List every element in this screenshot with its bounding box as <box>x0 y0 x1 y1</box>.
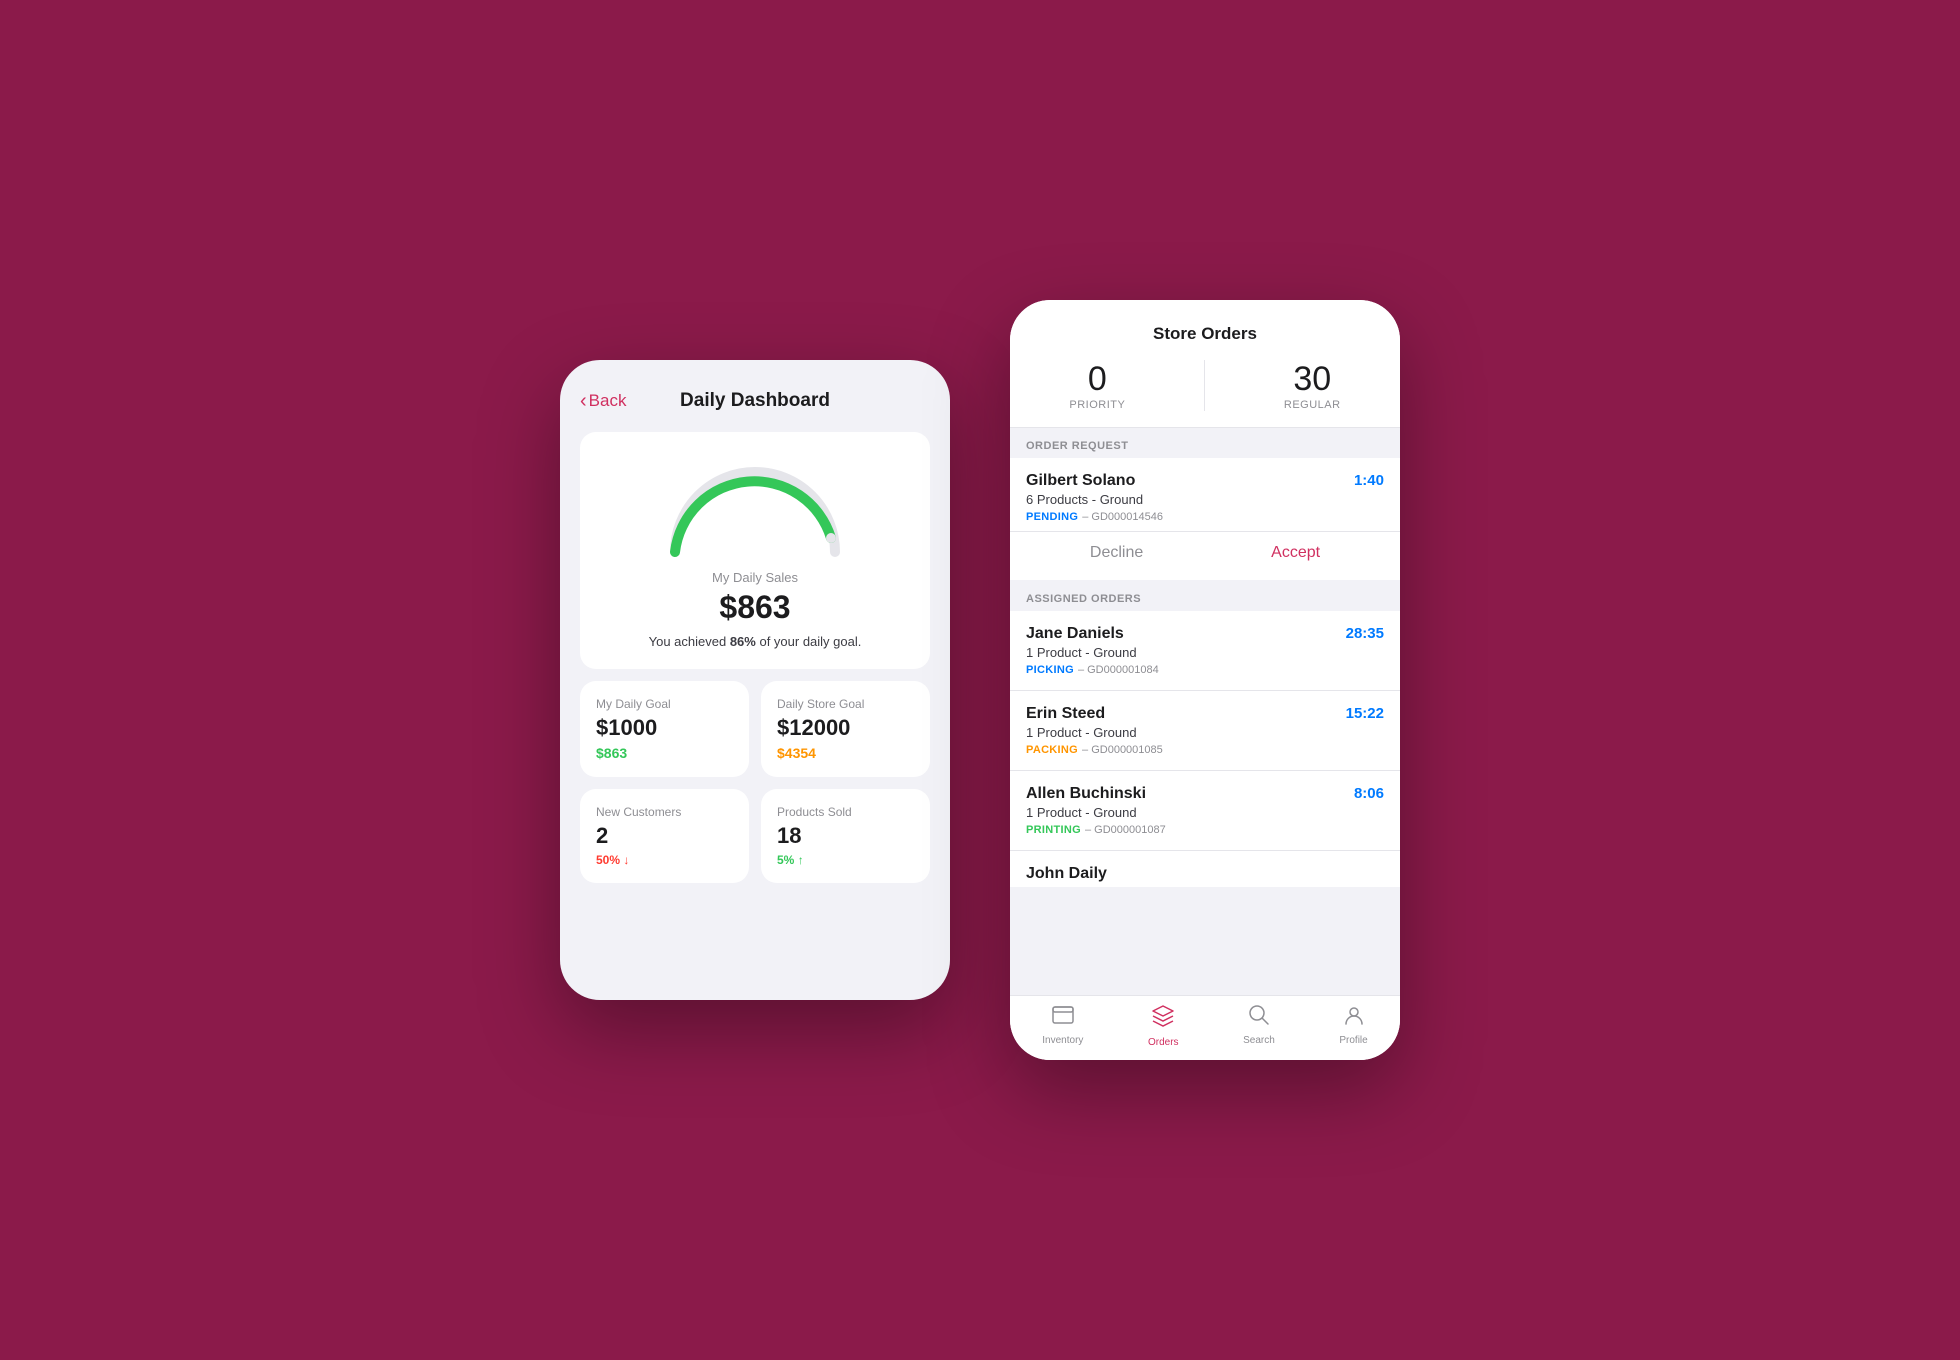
order-item-john-partial: John Daily <box>1010 851 1400 887</box>
order-info-jane: Jane Daniels 1 Product - Ground PICKING … <box>1026 625 1346 676</box>
order-timer-gilbert: 1:40 <box>1354 472 1384 489</box>
phone-left: ‹ Back Daily Dashboard My Daily Sales $8… <box>560 360 950 1000</box>
order-info-gilbert: Gilbert Solano 6 Products - Ground PENDI… <box>1026 472 1354 523</box>
stat-main-daily-goal: $1000 <box>596 715 657 741</box>
stat-main-store-goal: $12000 <box>777 715 850 741</box>
order-timer-jane: 28:35 <box>1346 625 1384 642</box>
order-item-jane[interactable]: Jane Daniels 1 Product - Ground PICKING … <box>1010 611 1400 691</box>
order-products-erin: 1 Product - Ground <box>1026 725 1346 740</box>
phones-container: ‹ Back Daily Dashboard My Daily Sales $8… <box>560 300 1400 1060</box>
order-meta-gilbert: PENDING – GD000014546 <box>1026 511 1354 523</box>
order-products-jane: 1 Product - Ground <box>1026 645 1346 660</box>
order-name-jane: Jane Daniels <box>1026 625 1346 643</box>
bottom-nav: Inventory Orders <box>1010 995 1400 1060</box>
orders-content: ORDER REQUEST Gilbert Solano 6 Products … <box>1010 428 1400 995</box>
back-button[interactable]: ‹ Back <box>580 390 626 413</box>
stats-grid: My Daily Goal $1000 $863 Daily Store Goa… <box>580 681 930 883</box>
stat-sub-store-goal: $4354 <box>777 745 816 761</box>
regular-count: 30 <box>1293 360 1331 399</box>
order-id-erin: – GD000001085 <box>1082 744 1163 756</box>
decline-button[interactable]: Decline <box>1070 540 1163 566</box>
priority-count: 0 <box>1088 360 1107 399</box>
stat-label-products-sold: Products Sold <box>777 805 852 819</box>
gauge-svg <box>655 452 855 562</box>
order-products-allen: 1 Product - Ground <box>1026 805 1354 820</box>
profile-icon <box>1343 1004 1365 1032</box>
gauge-subtext: You achieved 86% of your daily goal. <box>649 634 862 649</box>
search-icon <box>1248 1004 1270 1032</box>
nav-label-profile: Profile <box>1339 1035 1367 1046</box>
store-title: Store Orders <box>1030 324 1380 344</box>
accept-button[interactable]: Accept <box>1251 540 1340 566</box>
section-header-assigned: ASSIGNED ORDERS <box>1010 581 1400 611</box>
order-products-gilbert: 6 Products - Ground <box>1026 492 1354 507</box>
order-info-erin: Erin Steed 1 Product - Ground PACKING – … <box>1026 705 1346 756</box>
status-badge-erin: PACKING <box>1026 744 1078 756</box>
order-item-allen[interactable]: Allen Buchinski 1 Product - Ground PRINT… <box>1010 771 1400 851</box>
back-label: Back <box>589 391 627 411</box>
gauge-card: My Daily Sales $863 You achieved 86% of … <box>580 432 930 669</box>
stat-card-products-sold: Products Sold 18 5% ↑ <box>761 789 930 883</box>
order-name-erin: Erin Steed <box>1026 705 1346 723</box>
store-header: Store Orders 0 PRIORITY 30 REGULAR <box>1010 300 1400 428</box>
status-badge-allen: PRINTING <box>1026 824 1081 836</box>
nav-label-search: Search <box>1243 1035 1275 1046</box>
gauge-subtext-prefix: You achieved <box>649 634 730 649</box>
order-request-top: Gilbert Solano 6 Products - Ground PENDI… <box>1010 458 1400 531</box>
order-meta-jane: PICKING – GD000001084 <box>1026 664 1346 676</box>
stat-sub-products-sold: 5% ↑ <box>777 853 804 867</box>
nav-item-orders[interactable]: Orders <box>1148 1004 1179 1048</box>
order-request-card: Gilbert Solano 6 Products - Ground PENDI… <box>1010 458 1400 580</box>
stat-main-products-sold: 18 <box>777 823 801 849</box>
stat-label-store-goal: Daily Store Goal <box>777 697 864 711</box>
stat-label-daily-goal: My Daily Goal <box>596 697 671 711</box>
phone-header: ‹ Back Daily Dashboard <box>580 390 930 412</box>
inventory-icon <box>1051 1004 1075 1032</box>
order-actions: Decline Accept <box>1010 531 1400 580</box>
status-badge-gilbert: PENDING <box>1026 511 1078 523</box>
regular-label: REGULAR <box>1284 399 1341 411</box>
priority-label: PRIORITY <box>1069 399 1125 411</box>
page-title: Daily Dashboard <box>680 390 830 412</box>
order-name-john: John Daily <box>1026 865 1107 877</box>
order-meta-allen: PRINTING – GD000001087 <box>1026 824 1354 836</box>
gauge-value: $863 <box>719 589 790 626</box>
stat-card-new-customers: New Customers 2 50% ↓ <box>580 789 749 883</box>
nav-item-profile[interactable]: Profile <box>1339 1004 1367 1048</box>
phone-right: Store Orders 0 PRIORITY 30 REGULAR ORDER… <box>1010 300 1400 1060</box>
order-info-allen: Allen Buchinski 1 Product - Ground PRINT… <box>1026 785 1354 836</box>
order-name-allen: Allen Buchinski <box>1026 785 1354 803</box>
section-header-order-request: ORDER REQUEST <box>1010 428 1400 458</box>
order-timer-allen: 8:06 <box>1354 785 1384 802</box>
stat-label-new-customers: New Customers <box>596 805 681 819</box>
gauge-percent: 86% <box>730 634 756 649</box>
orders-icon <box>1151 1004 1175 1034</box>
nav-label-orders: Orders <box>1148 1037 1179 1048</box>
count-divider <box>1204 360 1205 411</box>
stat-sub-new-customers: 50% ↓ <box>596 853 629 867</box>
order-meta-erin: PACKING – GD000001085 <box>1026 744 1346 756</box>
order-timer-erin: 15:22 <box>1346 705 1384 722</box>
order-name-gilbert: Gilbert Solano <box>1026 472 1354 490</box>
stat-main-new-customers: 2 <box>596 823 608 849</box>
order-id-allen: – GD000001087 <box>1085 824 1166 836</box>
back-chevron-icon: ‹ <box>580 390 587 413</box>
regular-count-item: 30 REGULAR <box>1284 360 1341 411</box>
nav-label-inventory: Inventory <box>1042 1035 1083 1046</box>
order-id-jane: – GD000001084 <box>1078 664 1159 676</box>
priority-count-item: 0 PRIORITY <box>1069 360 1125 411</box>
order-id-gilbert: – GD000014546 <box>1082 511 1163 523</box>
nav-item-search[interactable]: Search <box>1243 1004 1275 1048</box>
nav-item-inventory[interactable]: Inventory <box>1042 1004 1083 1048</box>
gauge-container <box>655 452 855 562</box>
gauge-label: My Daily Sales <box>712 570 798 585</box>
gauge-subtext-suffix: of your daily goal. <box>756 634 862 649</box>
stat-card-daily-goal: My Daily Goal $1000 $863 <box>580 681 749 777</box>
order-item-erin[interactable]: Erin Steed 1 Product - Ground PACKING – … <box>1010 691 1400 771</box>
status-badge-jane: PICKING <box>1026 664 1074 676</box>
stat-sub-daily-goal: $863 <box>596 745 627 761</box>
orders-counts: 0 PRIORITY 30 REGULAR <box>1030 360 1380 427</box>
stat-card-store-goal: Daily Store Goal $12000 $4354 <box>761 681 930 777</box>
